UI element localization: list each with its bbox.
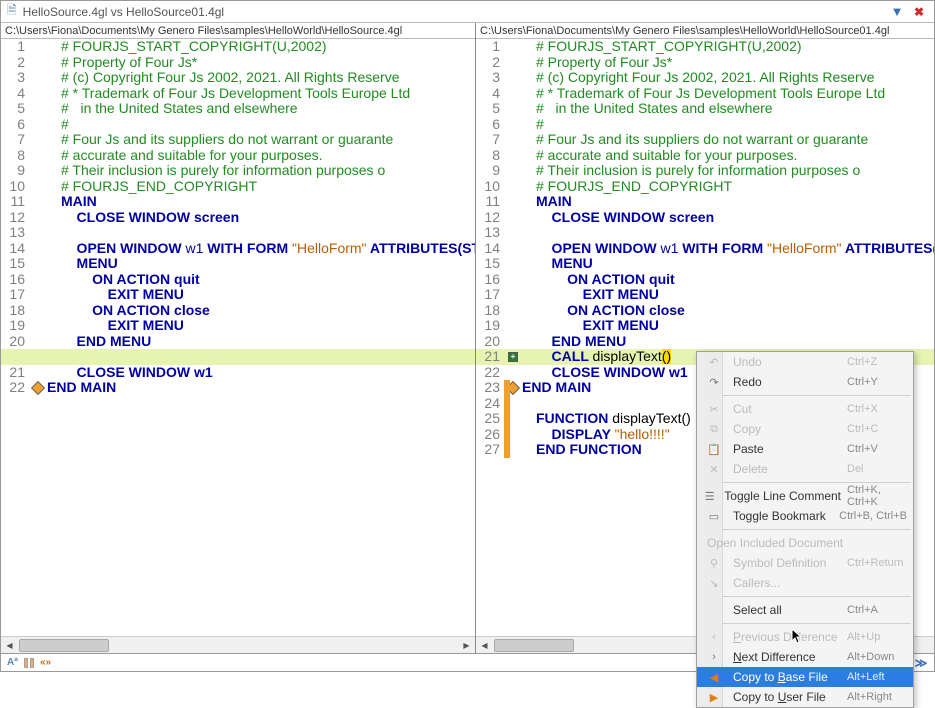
menu-item-label: Undo (733, 355, 841, 369)
legend-diff-icon[interactable]: «» (40, 657, 51, 668)
context-menu: ↶ Undo Ctrl+Z ↷ Redo Ctrl+Y ✂ Cut Ctrl+X ⧉ Copy Ctr… (696, 351, 914, 708)
context-menu-separator (723, 395, 911, 396)
menu-item-shortcut: Ctrl+Return (847, 557, 907, 569)
context-menu-item[interactable]: ◀ Copy to Base File Alt+Left (697, 667, 913, 687)
context-menu-separator (723, 482, 911, 483)
context-menu-item: ⚲ Symbol Definition Ctrl+Return (697, 553, 913, 573)
file-icon: 🗎 (7, 1, 17, 22)
window-title: HelloSource.4gl vs HelloSource01.4gl (23, 5, 884, 19)
minimize-button[interactable]: ▼ (888, 4, 906, 20)
context-menu-item[interactable]: ↷ Redo Ctrl+Y (697, 372, 913, 392)
menu-item-label: Toggle Line Comment (724, 489, 841, 503)
diff-last-icon[interactable]: ≫ (914, 656, 928, 670)
scroll-right-arrow[interactable]: ▶ (458, 637, 475, 653)
menu-item-icon: ↶ (701, 356, 727, 369)
left-pane: C:\Users\Fiona\Documents\My Genero Files… (1, 23, 476, 653)
context-menu-separator (723, 623, 911, 624)
context-menu-item[interactable]: ▶ Copy to User File Alt+Right (697, 687, 913, 707)
menu-item-label: Copy to User File (733, 690, 841, 704)
menu-item-icon: ✕ (701, 463, 727, 476)
menu-item-icon: ↘ (701, 577, 727, 590)
menu-item-icon: ◀ (701, 671, 727, 684)
menu-item-shortcut: Ctrl+B, Ctrl+B (839, 510, 907, 522)
menu-item-shortcut: Ctrl+K, Ctrl+K (847, 484, 907, 508)
menu-item-label: Copy (733, 422, 841, 436)
menu-item-shortcut: Ctrl+V (847, 443, 907, 455)
left-path: C:\Users\Fiona\Documents\My Genero Files… (1, 23, 475, 39)
menu-item-shortcut: Alt+Down (847, 651, 907, 663)
menu-item-icon: ▶ (701, 691, 727, 704)
menu-item-shortcut: Alt+Up (847, 631, 907, 643)
menu-item-icon: › (701, 651, 727, 663)
right-path: C:\Users\Fiona\Documents\My Genero Files… (476, 23, 934, 39)
menu-item-label: Callers... (733, 576, 841, 590)
context-menu-item[interactable]: ☰ Toggle Line Comment Ctrl+K, Ctrl+K (697, 486, 913, 506)
context-menu-separator (723, 529, 911, 530)
menu-item-icon: ▭ (701, 510, 727, 523)
close-button[interactable]: ✖ (910, 4, 928, 20)
menu-item-shortcut: Del (847, 463, 907, 475)
menu-item-label: Cut (733, 402, 841, 416)
context-menu-item[interactable]: 📋 Paste Ctrl+V (697, 439, 913, 459)
legend: Aª «» (7, 657, 51, 668)
right-scroll-thumb[interactable] (494, 639, 574, 652)
context-menu-item: ✕ Delete Del (697, 459, 913, 479)
menu-item-label: Delete (733, 462, 841, 476)
menu-item-label: Symbol Definition (733, 556, 841, 570)
context-menu-item: Open Included Document (697, 533, 913, 553)
menu-item-shortcut: Ctrl+Y (847, 376, 907, 388)
menu-item-icon: ‹ (701, 631, 727, 643)
menu-item-label: Next Difference (733, 650, 841, 664)
menu-item-icon: ↷ (701, 376, 727, 389)
menu-item-icon: ✂ (701, 403, 727, 416)
context-menu-separator (723, 596, 911, 597)
left-hscroll[interactable]: ◀ ▶ (1, 636, 475, 653)
menu-item-shortcut: Ctrl+X (847, 403, 907, 415)
menu-item-icon: 📋 (701, 443, 727, 456)
menu-item-label: Select all (733, 603, 841, 617)
menu-item-shortcut: Ctrl+C (847, 423, 907, 435)
titlebar: 🗎 HelloSource.4gl vs HelloSource01.4gl ▼… (1, 1, 934, 23)
context-menu-item: ⧉ Copy Ctrl+C (697, 419, 913, 439)
context-menu-item: ‹ Previous Difference Alt+Up (697, 627, 913, 647)
menu-item-shortcut: Ctrl+A (847, 604, 907, 616)
scroll-left-arrow[interactable]: ◀ (1, 637, 18, 653)
menu-item-label: Previous Difference (733, 630, 841, 644)
legend-ws-icon[interactable] (24, 657, 34, 668)
left-code[interactable]: 1# FOURJS_START_COPYRIGHT(U,2002)2# Prop… (1, 39, 475, 636)
menu-item-icon: ⧉ (701, 423, 727, 436)
menu-item-shortcut: Ctrl+Z (847, 356, 907, 368)
context-menu-item[interactable]: › Next Difference Alt+Down (697, 647, 913, 667)
menu-item-label: Paste (733, 442, 841, 456)
context-menu-item: ↘ Callers... (697, 573, 913, 593)
case-toggle-icon[interactable]: Aª (7, 657, 18, 668)
menu-item-label: Copy to Base File (733, 670, 841, 684)
menu-item-shortcut: Alt+Right (847, 691, 907, 703)
context-menu-item[interactable]: ▭ Toggle Bookmark Ctrl+B, Ctrl+B (697, 506, 913, 526)
menu-item-label: Open Included Document (707, 536, 843, 550)
scroll-left-arrow[interactable]: ◀ (476, 637, 493, 653)
context-menu-item[interactable]: Select all Ctrl+A (697, 600, 913, 620)
menu-item-label: Redo (733, 375, 841, 389)
menu-item-icon: ⚲ (701, 557, 727, 570)
menu-item-label: Toggle Bookmark (733, 509, 833, 523)
menu-item-icon: ☰ (701, 490, 718, 503)
left-scroll-thumb[interactable] (19, 639, 109, 652)
context-menu-item: ✂ Cut Ctrl+X (697, 399, 913, 419)
menu-item-shortcut: Alt+Left (847, 671, 907, 683)
context-menu-item: ↶ Undo Ctrl+Z (697, 352, 913, 372)
